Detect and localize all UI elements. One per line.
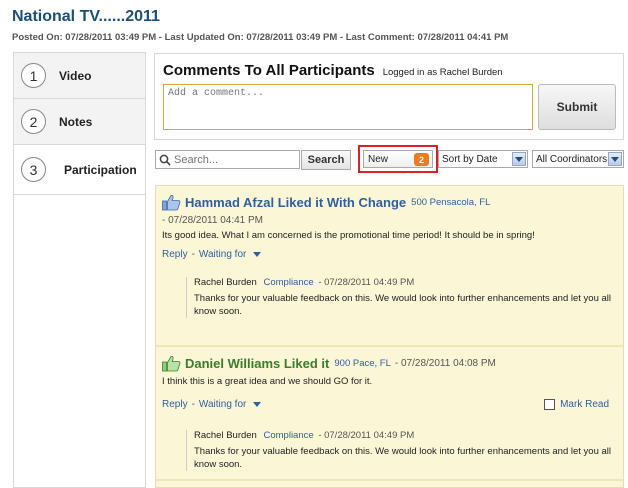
new-filter-label: New <box>368 153 389 165</box>
reply-role: Compliance <box>263 277 314 288</box>
logged-in-label: Logged in as Rachel Burden <box>382 67 503 78</box>
comment-input[interactable] <box>163 84 533 130</box>
comment-post: Daniel Williams Liked it 900 Pace, FL - … <box>156 347 623 481</box>
post-title: Hammad Afzal Liked it With Change <box>185 195 407 210</box>
new-filter-button[interactable]: New 2 <box>363 150 433 168</box>
reply-meta: Rachel Burden Compliance - 07/28/2011 04… <box>194 277 617 288</box>
step-number: 3 <box>21 157 46 182</box>
post-header: Hammad Afzal Liked it With Change 500 Pe… <box>162 194 617 211</box>
new-filter-highlight: New 2 <box>358 145 438 173</box>
search-box[interactable] <box>155 150 300 169</box>
waiting-for-link[interactable]: Waiting for <box>199 249 246 260</box>
reply-item: Rachel Burden Compliance - 07/28/2011 04… <box>186 430 617 471</box>
nav-item-label: Participation <box>64 162 137 177</box>
caret-down-icon[interactable] <box>253 402 262 407</box>
reply-role: Compliance <box>263 430 314 441</box>
post-title: Daniel Williams Liked it <box>185 356 330 371</box>
sort-select-value: Sort by Date <box>442 153 498 165</box>
comment-feed: Hammad Afzal Liked it With Change 500 Pe… <box>155 185 624 488</box>
post-location[interactable]: 900 Pace, FL <box>334 358 391 369</box>
coordinator-select-value: All Coordinators <box>536 153 608 165</box>
reply-item: Rachel Burden Compliance - 07/28/2011 04… <box>186 277 617 318</box>
search-button[interactable]: Search <box>301 150 351 170</box>
chevron-down-icon <box>512 152 526 166</box>
mark-read-checkbox[interactable] <box>544 399 556 410</box>
page-title: National TV......2011 <box>12 8 160 25</box>
new-count-badge: 2 <box>414 153 429 166</box>
thumbs-up-icon <box>162 194 181 211</box>
caret-down-icon[interactable] <box>253 252 262 257</box>
submit-button[interactable]: Submit <box>538 84 616 130</box>
sort-select[interactable]: Sort by Date <box>438 150 528 168</box>
post-actions: Reply - Waiting for <box>162 249 617 260</box>
step-number: 1 <box>21 63 46 88</box>
waiting-for-link[interactable]: Waiting for <box>199 399 246 410</box>
separator: - <box>191 399 195 410</box>
post-meta: Posted On: 07/28/2011 03:49 PM - Last Up… <box>12 32 509 43</box>
nav-item-label: Video <box>59 68 92 83</box>
post-location[interactable]: 500 Pensacola, FL <box>411 197 490 208</box>
post-actions: Reply - Waiting for Mark Read <box>162 399 617 410</box>
reply-link[interactable]: Reply <box>162 249 188 260</box>
reply-date: - 07/28/2011 04:49 PM <box>318 430 415 441</box>
chevron-down-icon <box>608 152 622 166</box>
comment-title-text: Comments To All Participants <box>163 62 375 79</box>
reply-date: - 07/28/2011 04:49 PM <box>318 277 415 288</box>
nav-item-participation[interactable]: 3 Participation <box>14 145 145 195</box>
mark-read-label: Mark Read <box>560 399 609 410</box>
post-header: Daniel Williams Liked it 900 Pace, FL - … <box>162 355 617 372</box>
reply-link[interactable]: Reply <box>162 399 188 410</box>
post-date: - 07/28/2011 04:08 PM <box>394 358 496 369</box>
reply-author: Rachel Burden <box>194 277 257 288</box>
thumbs-up-icon <box>162 355 181 372</box>
search-input[interactable] <box>171 153 291 166</box>
reply-text: Thanks for your valuable feedback on thi… <box>194 446 612 470</box>
step-nav: 1 Video 2 Notes 3 Participation <box>13 52 146 488</box>
post-body: Its good idea. What I am concerned is th… <box>162 230 535 241</box>
reply-text: Thanks for your valuable feedback on thi… <box>194 293 612 317</box>
post-body: I think this is a great idea and we shou… <box>162 376 373 387</box>
coordinator-select[interactable]: All Coordinators <box>532 150 624 168</box>
step-number: 2 <box>21 109 46 134</box>
search-icon <box>159 154 171 166</box>
nav-item-notes[interactable]: 2 Notes <box>14 99 145 145</box>
mark-read-toggle[interactable]: Mark Read <box>544 399 609 410</box>
nav-item-video[interactable]: 1 Video <box>14 53 145 99</box>
comment-panel: Comments To All Participants Logged in as… <box>154 53 624 140</box>
comment-panel-title: Comments To All Participants Logged in as… <box>163 62 503 79</box>
comment-post: Hammad Afzal Liked it With Change 500 Pe… <box>156 186 623 347</box>
nav-item-label: Notes <box>59 114 93 129</box>
separator: - <box>191 249 195 260</box>
reply-author: Rachel Burden <box>194 430 257 441</box>
post-date: - 07/28/2011 04:41 PM <box>162 215 263 226</box>
reply-meta: Rachel Burden Compliance - 07/28/2011 04… <box>194 430 617 441</box>
